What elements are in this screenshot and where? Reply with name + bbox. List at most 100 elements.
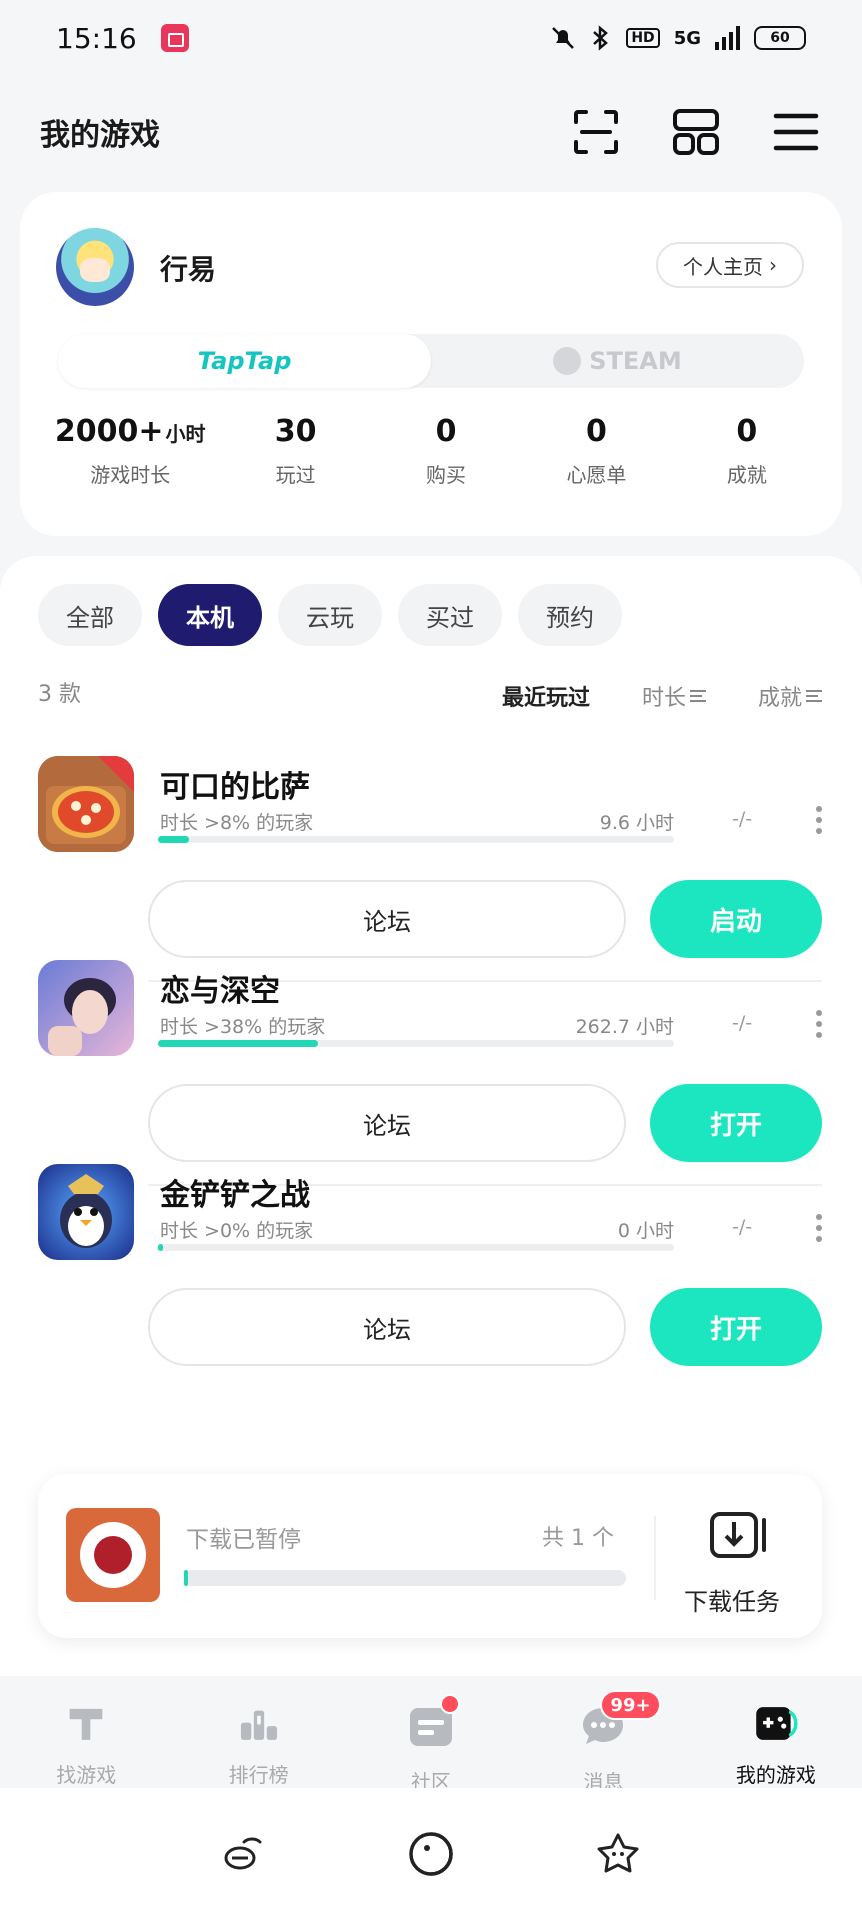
- progress-fill: [158, 836, 189, 843]
- game-rank-text: 时长 >38% 的玩家: [160, 1016, 326, 1038]
- more-options-icon[interactable]: [816, 1214, 824, 1242]
- stat-playtime[interactable]: 2000+ 小时 游戏时长: [40, 414, 220, 488]
- forum-button[interactable]: 论坛: [148, 1288, 626, 1366]
- battery-icon: 60: [754, 26, 806, 50]
- bluetooth-icon: [593, 25, 609, 51]
- home-circle-icon[interactable]: [407, 1830, 455, 1878]
- achievement-value: -/-: [732, 1216, 753, 1238]
- filter-chips: 全部 本机 云玩 买过 预约: [38, 584, 622, 646]
- chip-purchased[interactable]: 买过: [398, 584, 502, 646]
- game-icon-love-deepspace[interactable]: [38, 960, 134, 1056]
- stat-value: 2000+: [54, 414, 164, 449]
- nav-label: 排行榜: [228, 1763, 289, 1787]
- progress-fill: [158, 1244, 164, 1251]
- game-hours: 9.6 小时: [599, 812, 674, 834]
- stat-value: 30: [274, 414, 317, 449]
- stat-played[interactable]: 30 玩过: [220, 414, 370, 488]
- sort-duration-label: 时长: [641, 686, 686, 711]
- stat-value: 0: [736, 414, 758, 449]
- nav-messages[interactable]: 99+ 消息: [517, 1678, 689, 1794]
- nav-find-games[interactable]: 找游戏: [0, 1678, 172, 1788]
- game-name: 金铲铲之战: [160, 1178, 310, 1213]
- game-row: 金铲铲之战 时长 >0% 的玩家 0 小时 -/- 论坛 打开: [0, 1164, 862, 1414]
- sort-recent-label: 最近玩过: [501, 686, 590, 711]
- chip-local[interactable]: 本机: [158, 584, 262, 646]
- sort-achievement[interactable]: 成就: [758, 680, 822, 712]
- nav-my-games[interactable]: 我的游戏: [690, 1678, 862, 1788]
- chip-reserved[interactable]: 预约: [518, 584, 622, 646]
- game-meta: 时长 >38% 的玩家 262.7 小时: [160, 1012, 674, 1039]
- stat-purchased[interactable]: 0 购买: [371, 414, 521, 488]
- message-badge: 99+: [600, 1690, 661, 1720]
- layout-grid-icon[interactable]: [670, 106, 722, 158]
- sort-options: 最近玩过 时长 成就: [502, 680, 822, 712]
- page-title: 我的游戏: [40, 118, 160, 153]
- game-name: 恋与深空: [160, 974, 280, 1009]
- portrait-icon: [38, 960, 134, 1056]
- tab-steam[interactable]: STEAM: [431, 334, 804, 388]
- system-nav-bar: [0, 1788, 862, 1920]
- more-options-icon[interactable]: [816, 1010, 824, 1038]
- playtime-progress: [158, 836, 674, 843]
- forum-button[interactable]: 论坛: [148, 1084, 626, 1162]
- launch-button[interactable]: 启动: [650, 880, 822, 958]
- chip-all[interactable]: 全部: [38, 584, 142, 646]
- game-icon-tft[interactable]: [38, 1164, 134, 1260]
- open-button[interactable]: 打开: [650, 1288, 822, 1366]
- open-button[interactable]: 打开: [650, 1084, 822, 1162]
- game-meta: 时长 >8% 的玩家 9.6 小时: [160, 808, 674, 835]
- stat-value: 0: [586, 414, 607, 449]
- status-indicators: HD 5G 60: [550, 25, 806, 51]
- download-task-label[interactable]: 下载任务: [684, 1582, 780, 1617]
- stat-wishlist[interactable]: 0 心愿单: [521, 414, 671, 488]
- sort-icon: [689, 690, 706, 702]
- nav-community[interactable]: 社区: [345, 1678, 517, 1794]
- download-task-icon[interactable]: [708, 1510, 772, 1560]
- header-actions: [570, 106, 822, 158]
- avatar[interactable]: [56, 228, 134, 306]
- star-face-icon[interactable]: [594, 1830, 642, 1878]
- status-bar: 15:16 HD 5G 60: [0, 0, 862, 76]
- more-options-icon[interactable]: [816, 806, 824, 834]
- hd-badge: HD: [626, 28, 660, 48]
- playtime-progress: [158, 1040, 674, 1047]
- homepage-label: 个人主页: [683, 254, 763, 279]
- game-icon-pizza[interactable]: [38, 756, 134, 852]
- playtime-progress: [158, 1244, 674, 1251]
- stat-label: 成就: [726, 463, 767, 487]
- download-status: 下载已暂停: [186, 1527, 301, 1553]
- menu-icon[interactable]: [770, 106, 822, 158]
- signal-icon: [715, 26, 740, 50]
- taptap-label: TapTap: [197, 347, 292, 375]
- sort-recent[interactable]: 最近玩过: [502, 680, 590, 712]
- nav-ranking[interactable]: 排行榜: [172, 1678, 344, 1788]
- tab-taptap[interactable]: TapTap: [58, 334, 431, 388]
- sort-duration[interactable]: 时长: [642, 680, 706, 712]
- achievement-value: -/-: [732, 808, 753, 830]
- game-name: 可口的比萨: [160, 770, 310, 805]
- nav-label: 我的游戏: [735, 1763, 816, 1787]
- scan-icon[interactable]: [570, 106, 622, 158]
- nav-label: 找游戏: [56, 1763, 117, 1787]
- forum-button[interactable]: 论坛: [148, 880, 626, 958]
- penguin-icon: [38, 1164, 134, 1260]
- bottom-nav: 找游戏 排行榜 社区 99+ 消息 我的游戏: [0, 1678, 862, 1794]
- chevron-right-icon: ›: [769, 253, 777, 277]
- stat-label: 心愿单: [566, 463, 627, 487]
- game-rank-text: 时长 >8% 的玩家: [160, 812, 314, 834]
- stat-unit: 小时: [165, 422, 206, 446]
- download-progress-fill: [184, 1570, 189, 1586]
- progress-fill: [158, 1040, 318, 1047]
- download-card[interactable]: 下载已暂停 共 1 个 下载任务: [38, 1474, 822, 1638]
- message-icon-wrap: 99+: [578, 1690, 661, 1752]
- stat-value: 0: [435, 414, 457, 449]
- ranking-icon: [240, 1710, 277, 1740]
- status-time: 15:16: [56, 21, 137, 55]
- chip-cloud[interactable]: 云玩: [278, 584, 382, 646]
- sort-achievement-label: 成就: [757, 686, 802, 711]
- header: 我的游戏: [0, 96, 862, 168]
- assistant-icon[interactable]: [220, 1830, 268, 1878]
- stat-achievements[interactable]: 0 成就: [672, 414, 822, 488]
- steam-label: STEAM: [589, 347, 682, 375]
- homepage-button[interactable]: 个人主页 ›: [656, 242, 804, 288]
